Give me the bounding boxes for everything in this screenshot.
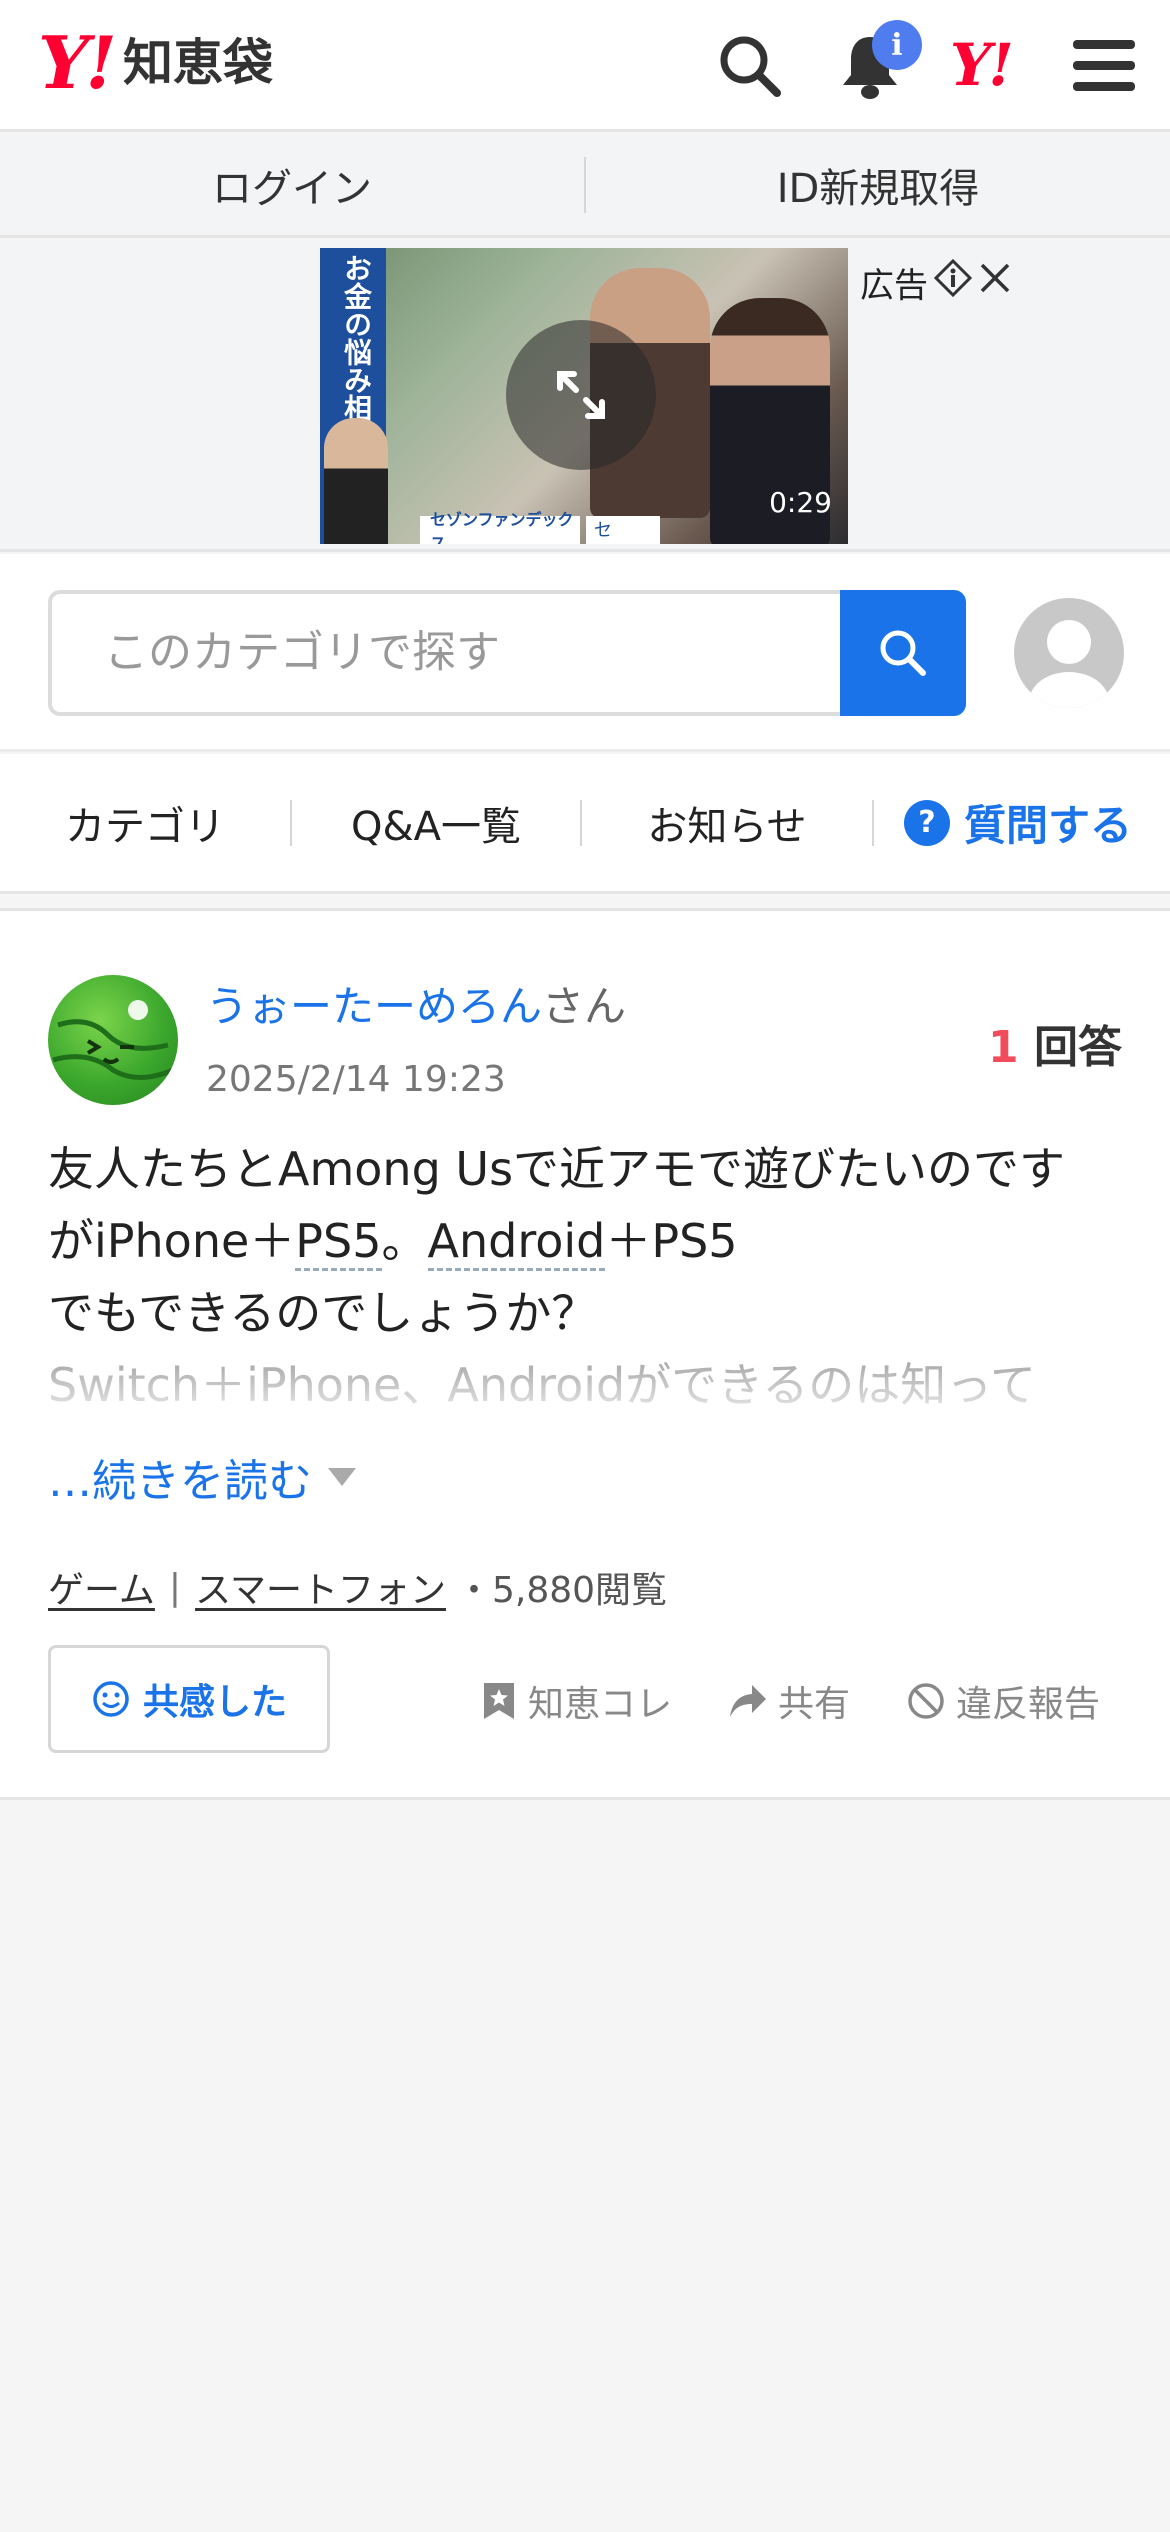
expand-icon[interactable] (506, 320, 656, 470)
notification-badge: i (872, 20, 922, 70)
question-date: 2025/2/14 19:23 (206, 1059, 506, 1100)
ask-question-button[interactable]: ? 質問する (904, 792, 1132, 853)
category-tag-game[interactable]: ゲーム (48, 1561, 155, 1613)
keyword-link-android[interactable]: Android (427, 1214, 606, 1271)
ad-info-icon[interactable] (933, 258, 973, 306)
ask-question-label: 質問する (964, 801, 1133, 850)
question-text-fragment: 。 (381, 1214, 428, 1268)
nav-divider (872, 799, 874, 846)
category-search-input[interactable]: このカテゴリで探す (48, 590, 842, 716)
question-faded-line: Switch＋iPhone、Androidができるのは知って (48, 1349, 1138, 1419)
nav-tab-category[interactable]: カテゴリ (0, 794, 290, 852)
share-arrow-icon (730, 1685, 766, 1717)
app-header: Y! 知恵袋 i Y! (0, 0, 1170, 132)
save-chie-collection-button[interactable]: 知恵コレ (480, 1675, 672, 1727)
search-button[interactable] (840, 590, 966, 716)
empathy-button[interactable]: 共感した (48, 1645, 330, 1753)
login-link[interactable]: ログイン (0, 156, 584, 214)
chevron-down-icon (328, 1468, 356, 1486)
ad-video[interactable]: お金の悩み相談 セゾンファンデックス セ 0:29 (320, 248, 848, 544)
ad-close-icon[interactable] (978, 261, 1012, 304)
question-icon: ? (904, 799, 950, 846)
question-body: 友人たちとAmong Usで近アモで遊びたいのです がiPhone＋PS5。An… (48, 1133, 1128, 1349)
user-avatar-icon[interactable] (1014, 598, 1124, 708)
category-nav: カテゴリ Q&A一覧 お知らせ ? 質問する (0, 754, 1170, 894)
question-line: でもできるのでしょうか？ (48, 1286, 598, 1340)
empathy-label: 共感した (142, 1682, 287, 1723)
answer-count-number: 1 (988, 1022, 1019, 1073)
answer-count-label: 回答 (1034, 1022, 1122, 1073)
register-link[interactable]: ID新規取得 (586, 156, 1170, 214)
smile-icon (93, 1681, 129, 1717)
ad-sponsor-logo: セ (586, 516, 660, 544)
chiebukuro-logo[interactable]: Y! 知恵袋 (38, 20, 274, 105)
question-category-tags: ゲーム | スマートフォン ・5,880閲覧 (48, 1561, 667, 1613)
yahoo-logo-mark: Y! (38, 20, 117, 105)
nav-tab-news[interactable]: お知らせ (582, 794, 872, 852)
keyword-link-ps5[interactable]: PS5 (295, 1214, 382, 1271)
ad-duration: 0:29 (769, 486, 832, 519)
nav-tab-qa-list[interactable]: Q&A一覧 (292, 794, 580, 852)
search-icon (880, 630, 926, 676)
ad-label: 広告 (860, 258, 1012, 307)
read-more-label: …続きを読む (48, 1456, 312, 1507)
question-line: 友人たちとAmong Usで近アモで遊びたいのです (48, 1142, 1066, 1196)
search-icon[interactable] (712, 28, 788, 104)
questioner-name[interactable]: うぉーたーめろんさん (206, 973, 626, 1034)
view-count: ・5,880閲覧 (455, 1570, 668, 1611)
honorific-text: さん (542, 982, 627, 1031)
prohibit-icon (908, 1683, 944, 1719)
share-button[interactable]: 共有 (728, 1675, 850, 1727)
question-line: がiPhone＋PS5。Android＋PS5 (48, 1205, 1128, 1277)
share-label: 共有 (778, 1684, 851, 1725)
menu-icon[interactable] (1066, 28, 1142, 104)
save-label: 知恵コレ (528, 1684, 673, 1725)
ad-sponsor-logo: セゾンファンデックス (420, 510, 580, 544)
question-text-fragment: がiPhone＋ (48, 1214, 296, 1268)
tag-separator: | (168, 1566, 182, 1608)
bookmark-star-icon (484, 1683, 514, 1719)
logo-text: 知恵袋 (123, 34, 274, 92)
ad-person-image (324, 418, 388, 544)
question-card: うぉーたーめろんさん 2025/2/14 19:23 1 回答 友人たちとAmo… (0, 908, 1170, 1800)
ad-label-text: 広告 (860, 266, 928, 306)
read-more-link[interactable]: …続きを読む (48, 1445, 356, 1509)
report-button[interactable]: 違反報告 (906, 1675, 1100, 1727)
login-bar: ログイン ID新規取得 (0, 134, 1170, 238)
username-text[interactable]: うぉーたーめろん (206, 982, 542, 1031)
questioner-avatar[interactable] (48, 975, 178, 1105)
question-text-fragment: ＋PS5 (605, 1214, 738, 1268)
answer-count: 1 回答 (988, 1011, 1122, 1075)
report-label: 違反報告 (956, 1684, 1101, 1725)
yahoo-japan-icon[interactable]: Y! (950, 36, 1014, 94)
category-search-row: このカテゴリで探す (0, 554, 1170, 752)
category-tag-smartphone[interactable]: スマートフォン (195, 1561, 446, 1613)
ad-area: お金の悩み相談 セゾンファンデックス セ 0:29 広告 (0, 240, 1170, 552)
